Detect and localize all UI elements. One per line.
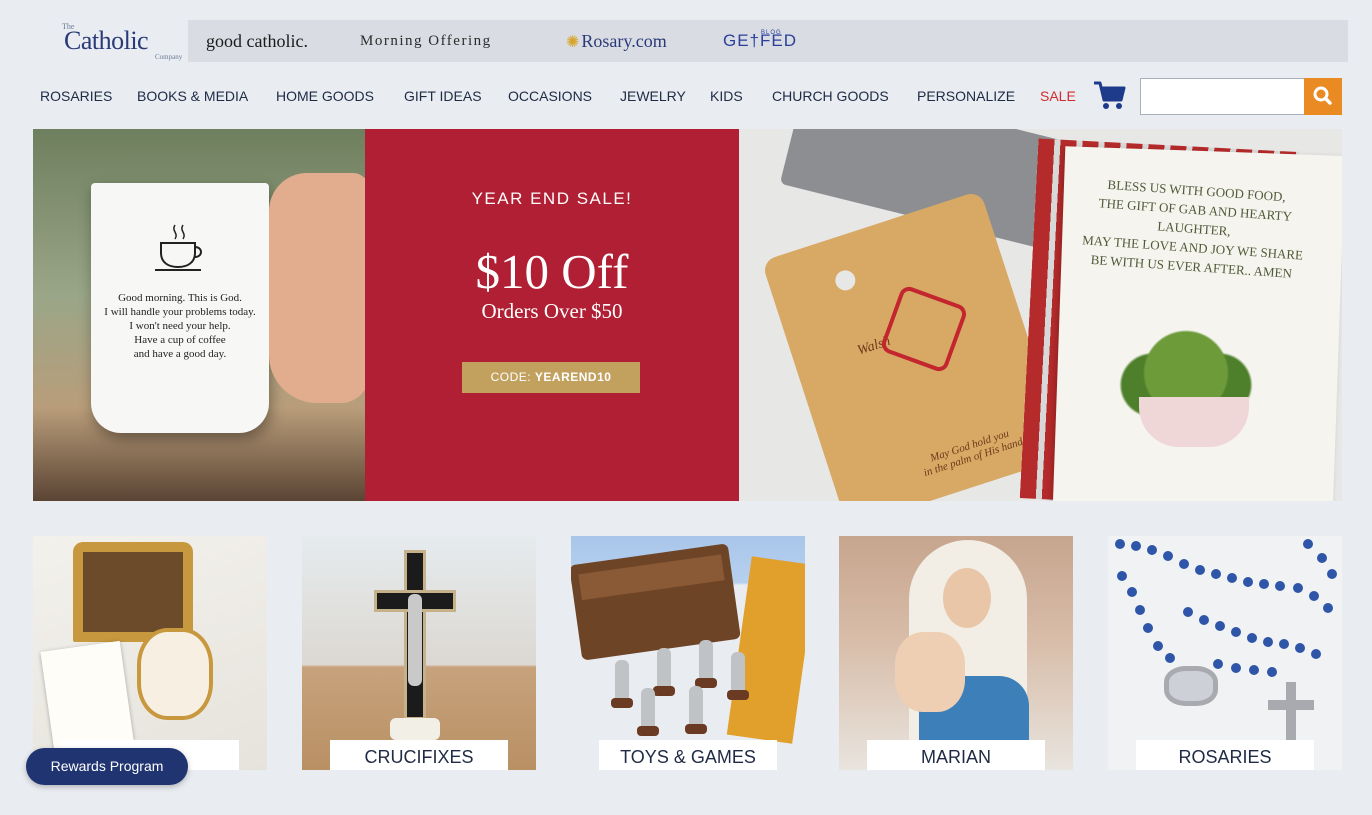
saint-figurine <box>731 652 745 692</box>
nav-home-goods[interactable]: HOME GOODS <box>276 88 374 104</box>
triptych-picture <box>83 552 183 632</box>
oval-frame <box>137 628 213 720</box>
wooden-box <box>571 543 741 661</box>
category-label: ROSARIES <box>1136 740 1314 770</box>
child-jesus <box>895 632 965 712</box>
saint-figurine <box>689 686 703 726</box>
saint-figurine <box>657 648 671 688</box>
category-tile-crucifixes[interactable]: CRUCIFIXES <box>302 536 536 770</box>
saint-figurine <box>615 660 629 700</box>
promo-code-badge[interactable]: CODE: YEAREND10 <box>462 362 640 393</box>
sister-sites-strip: good catholic. Morning Offering ✺ Rosary.… <box>188 20 1348 62</box>
nav-personalize[interactable]: PERSONALIZE <box>917 88 1015 104</box>
category-tile-toys-games[interactable]: TOYS & GAMES <box>571 536 805 770</box>
getfed-blog-link[interactable]: GE†FED BLOG <box>723 20 797 62</box>
nav-gift-ideas[interactable]: GIFT IDEAS <box>404 88 482 104</box>
nav-books-media[interactable]: BOOKS & MEDIA <box>137 88 248 104</box>
hand <box>269 173 365 403</box>
coffee-cup-icon <box>155 224 202 271</box>
logo-company: Company <box>155 53 183 61</box>
nav-sale[interactable]: SALE <box>1040 88 1076 104</box>
brand-row: The Catholic Company good catholic. Morn… <box>30 18 1348 64</box>
saint-figurine <box>699 640 713 680</box>
category-tile-rosaries[interactable]: ROSARIES <box>1108 536 1342 770</box>
sun-icon: ✺ <box>566 34 580 51</box>
category-tile-marian[interactable]: MARIAN <box>839 536 1073 770</box>
morning-offering-link[interactable]: Morning Offering <box>360 20 492 62</box>
figurine-base <box>685 724 707 734</box>
figurine-base <box>611 698 633 708</box>
mug-line: I won't need your help. <box>129 320 231 332</box>
search-button[interactable] <box>1304 78 1342 115</box>
nav-occasions[interactable]: OCCASIONS <box>508 88 592 104</box>
hero-headline: $10 Off <box>475 244 629 299</box>
promo-code-value: YEAREND10 <box>534 370 612 384</box>
box-lid <box>578 554 725 601</box>
prayer-card <box>40 640 134 752</box>
rosary-com-link[interactable]: ✺ Rosary.com <box>566 20 667 62</box>
mary-face <box>943 568 991 628</box>
rosary-com-label: Rosary.com <box>581 31 667 51</box>
rosary-cross-horizontal <box>1268 700 1314 710</box>
hero-banner[interactable]: Good morning. This is God. I will handle… <box>33 129 1342 501</box>
mug-line: and have a good day. <box>133 348 227 360</box>
hero-mug-image: Good morning. This is God. I will handle… <box>33 129 365 501</box>
mug-line: Have a cup of coffee <box>134 334 226 346</box>
rewards-program-button[interactable]: Rewards Program <box>26 748 188 785</box>
figurine-base <box>637 726 659 736</box>
nav-kids[interactable]: KIDS <box>710 88 743 104</box>
crucifix-corpus <box>408 594 422 686</box>
mug-line: I will handle your problems today. <box>104 306 256 318</box>
figurine-base <box>653 686 675 696</box>
category-label: TOYS & GAMES <box>599 740 777 770</box>
saint-figurine <box>641 688 655 728</box>
search-icon <box>1313 86 1332 105</box>
saint-cards <box>726 556 805 744</box>
triptych-frame <box>73 542 193 642</box>
rosary-medal <box>1164 666 1218 706</box>
towel-text: Bless us with good food, the gift of gab… <box>1076 173 1312 284</box>
figurine-base <box>727 690 749 700</box>
crucifix-base <box>390 718 440 740</box>
hero-eyebrow: YEAR END SALE! <box>471 189 633 208</box>
mug: Good morning. This is God. I will handle… <box>91 183 269 433</box>
category-label: MARIAN <box>867 740 1045 770</box>
nav-rosaries[interactable]: ROSARIES <box>40 88 112 104</box>
nav-church-goods[interactable]: CHURCH GOODS <box>772 88 889 104</box>
category-tile-sale[interactable]: OFF! <box>33 536 267 770</box>
rosary-beads <box>1115 539 1337 677</box>
good-catholic-link[interactable]: good catholic. <box>206 20 308 62</box>
mug-text: Good morning. This is God. I will handle… <box>93 291 267 361</box>
board-handle <box>798 248 904 374</box>
cart-icon[interactable] <box>1093 80 1127 112</box>
category-label: CRUCIFIXES <box>330 740 508 770</box>
nav-jewelry[interactable]: JEWELRY <box>620 88 686 104</box>
hero-subhead: Orders Over $50 <box>481 299 623 323</box>
hero-kitchen-image: Walsh May God hold you in the palm of Hi… <box>739 129 1342 501</box>
hero-sale-panel: YEAR END SALE! $10 Off Orders Over $50 C… <box>365 129 739 501</box>
getfed-blog-label: BLOG <box>761 30 782 36</box>
mug-line: Good morning. This is God. <box>118 292 242 304</box>
rosary-cross-vertical <box>1286 682 1296 746</box>
logo-name: Catholic <box>64 26 149 55</box>
promo-code-prefix: CODE: <box>490 370 535 384</box>
search-input[interactable] <box>1140 78 1305 115</box>
